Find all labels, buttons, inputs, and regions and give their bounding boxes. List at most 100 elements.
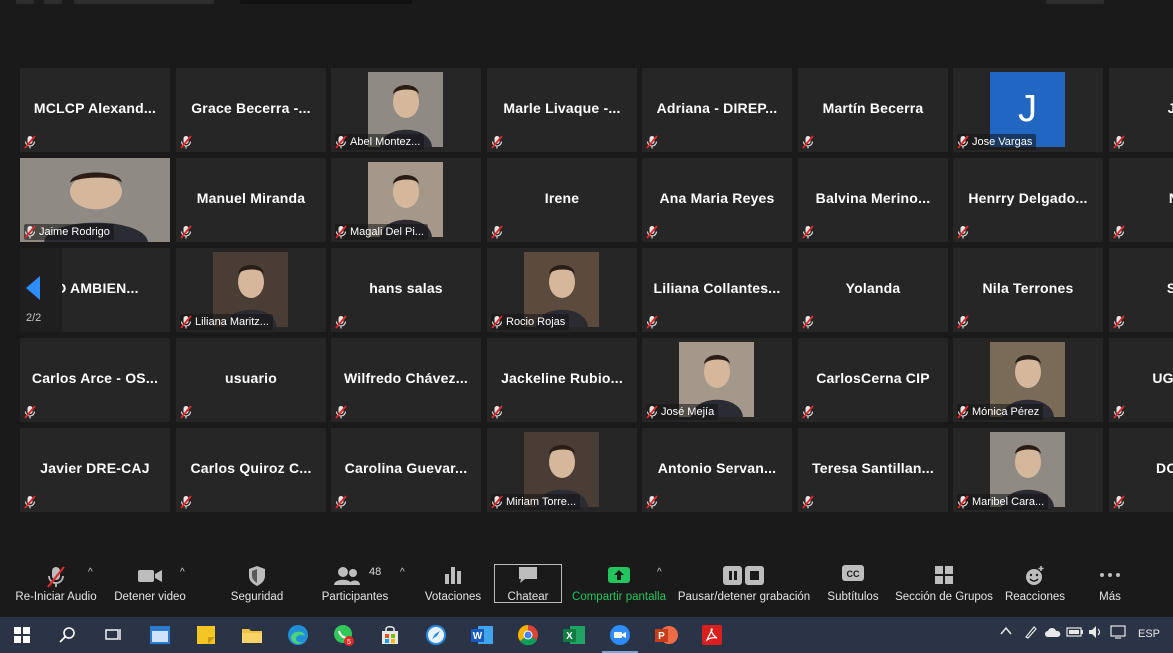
muted-mic-icon	[180, 405, 192, 419]
tile-footer	[180, 494, 196, 510]
input-language[interactable]: ESP	[1138, 628, 1160, 640]
tile-footer: Maribel Cara...	[957, 494, 1049, 510]
participant-tile[interactable]: Liliana Maritz...	[176, 248, 326, 332]
tile-footer: Liliana Maritz...	[180, 314, 273, 330]
muted-mic-icon	[491, 225, 503, 239]
participant-tile[interactable]: Carolina Guevar...	[331, 428, 481, 512]
battery-icon[interactable]	[1066, 626, 1084, 641]
search-icon[interactable]	[56, 623, 80, 647]
word-icon[interactable]: W	[470, 623, 494, 647]
participant-tile[interactable]: UGEL SA	[1109, 338, 1173, 422]
window-top-strip	[0, 0, 1173, 8]
top-control[interactable]	[74, 0, 214, 4]
participant-tile[interactable]: Jaime Rodrigo	[20, 158, 170, 242]
participant-tile[interactable]: Rocio Rojas	[487, 248, 637, 332]
chrome-icon[interactable]	[516, 623, 540, 647]
store-icon[interactable]	[378, 623, 402, 647]
security-label: Seguridad	[230, 591, 284, 603]
edge-browser-icon[interactable]	[286, 623, 310, 647]
excel-icon[interactable]: X	[562, 623, 586, 647]
participant-tile[interactable]: usuario	[176, 338, 326, 422]
top-control[interactable]	[1046, 0, 1104, 4]
participant-tile[interactable]: Javier DRE-CAJ	[20, 428, 170, 512]
record-button[interactable]: Pausar/detener grabación	[676, 557, 812, 607]
more-button[interactable]: Más	[1082, 557, 1138, 607]
chat-button[interactable]: Chatear	[494, 557, 562, 607]
participant-tile[interactable]: Martín Becerra	[798, 68, 948, 152]
groups-label: Sección de Grupos	[895, 591, 993, 603]
participant-tile[interactable]: Miriam Torre...	[487, 428, 637, 512]
more-label: Más	[1099, 591, 1121, 603]
top-control[interactable]	[16, 0, 34, 4]
participant-tile[interactable]: Adriana - DIREP...	[642, 68, 792, 152]
acrobat-icon[interactable]	[700, 623, 724, 647]
participant-tile[interactable]: MCLCP Alexand...	[20, 68, 170, 152]
participant-tile[interactable]: Yolanda	[798, 248, 948, 332]
participant-tile[interactable]: Wilfredo Chávez...	[331, 338, 481, 422]
audio-options-caret-icon[interactable]: ^	[88, 567, 93, 578]
volume-icon[interactable]	[1088, 625, 1104, 642]
participant-tile[interactable]: Magali Del Pi...	[331, 158, 481, 242]
participant-tile[interactable]: Nila Terrones	[953, 248, 1103, 332]
calendar-app-icon[interactable]	[148, 623, 172, 647]
breakout-rooms-button[interactable]: Sección de Grupos	[894, 557, 994, 607]
participant-tile[interactable]: Marle Livaque -...	[487, 68, 637, 152]
participant-tile[interactable]: Balvina Merino...	[798, 158, 948, 242]
video-options-caret-icon[interactable]: ^	[180, 567, 185, 578]
muted-mic-icon	[24, 405, 36, 419]
participant-tile[interactable]: DORA U	[1109, 428, 1173, 512]
participant-tile[interactable]: Carlos Quiroz C...	[176, 428, 326, 512]
zoom-icon[interactable]	[602, 623, 638, 653]
onedrive-cloud-icon[interactable]	[1044, 626, 1062, 641]
participant-footer-name: Rocio Rojas	[506, 316, 566, 328]
pen-tray-icon[interactable]	[1024, 625, 1038, 642]
gallery-pager[interactable]: 2/2	[20, 248, 62, 332]
participant-tile[interactable]: Carlos Arce - OS...	[20, 338, 170, 422]
participant-tile[interactable]: hans salas	[331, 248, 481, 332]
participant-tile[interactable]: Grace Becerra -...	[176, 68, 326, 152]
participant-tile[interactable]: Liliana Collantes...	[642, 248, 792, 332]
network-icon[interactable]	[1110, 625, 1126, 642]
powerpoint-icon[interactable]: P	[654, 623, 678, 647]
prev-page-arrow-icon[interactable]	[26, 276, 40, 300]
share-options-caret-icon[interactable]: ^	[657, 567, 662, 578]
audio-button[interactable]: Re-Iniciar Audio	[12, 557, 100, 607]
subtitles-button[interactable]: CC Subtítulos	[820, 557, 886, 607]
participant-tile[interactable]: Abel Montez...	[331, 68, 481, 152]
participant-tile[interactable]: Mónica Pérez	[953, 338, 1103, 422]
participant-name: MCLCP Alexand...	[33, 100, 157, 116]
participant-tile[interactable]: Antonio Servan...	[642, 428, 792, 512]
participant-tile[interactable]: J Jose Vargas	[953, 68, 1103, 152]
participant-tile[interactable]: José Mejía	[642, 338, 792, 422]
windows-start-icon[interactable]	[10, 623, 34, 647]
task-view-icon[interactable]	[101, 623, 125, 647]
top-control[interactable]	[44, 0, 62, 4]
video-button[interactable]: Detener video	[108, 557, 192, 607]
safari-like-browser-icon[interactable]	[424, 623, 448, 647]
participant-tile[interactable]: Henrry Delgado...	[953, 158, 1103, 242]
reactions-button[interactable]: Reacciones	[1002, 557, 1068, 607]
participant-tile[interactable]: Maribel Cara...	[953, 428, 1103, 512]
top-control[interactable]	[240, 0, 412, 4]
page-indicator: 2/2	[26, 312, 42, 324]
participant-tile[interactable]: Irene	[487, 158, 637, 242]
sticky-notes-icon[interactable]	[194, 623, 218, 647]
participant-tile[interactable]: Jose	[1109, 68, 1173, 152]
participant-tile[interactable]: Susy	[1109, 248, 1173, 332]
security-button[interactable]: Seguridad	[222, 557, 292, 607]
polls-button[interactable]: Votaciones	[420, 557, 486, 607]
participants-options-caret-icon[interactable]: ^	[400, 567, 405, 578]
whatsapp-icon[interactable]: 5	[332, 623, 356, 647]
participant-tile[interactable]: Ana Maria Reyes	[642, 158, 792, 242]
participant-tile[interactable]: Teresa Santillan...	[798, 428, 948, 512]
participant-tile[interactable]: CarlosCerna CIP	[798, 338, 948, 422]
tray-chevron-icon[interactable]	[1000, 625, 1012, 640]
participant-name: Ana Maria Reyes	[659, 190, 775, 206]
participant-tile[interactable]: Manuel Miranda	[176, 158, 326, 242]
participant-tile[interactable]: Jackeline Rubio...	[487, 338, 637, 422]
participant-tile[interactable]: Nels	[1109, 158, 1173, 242]
share-screen-button[interactable]: Compartir pantalla	[570, 557, 668, 607]
muted-mic-icon	[335, 315, 347, 329]
file-explorer-icon[interactable]	[240, 623, 264, 647]
participants-button[interactable]: Participantes	[316, 557, 394, 607]
